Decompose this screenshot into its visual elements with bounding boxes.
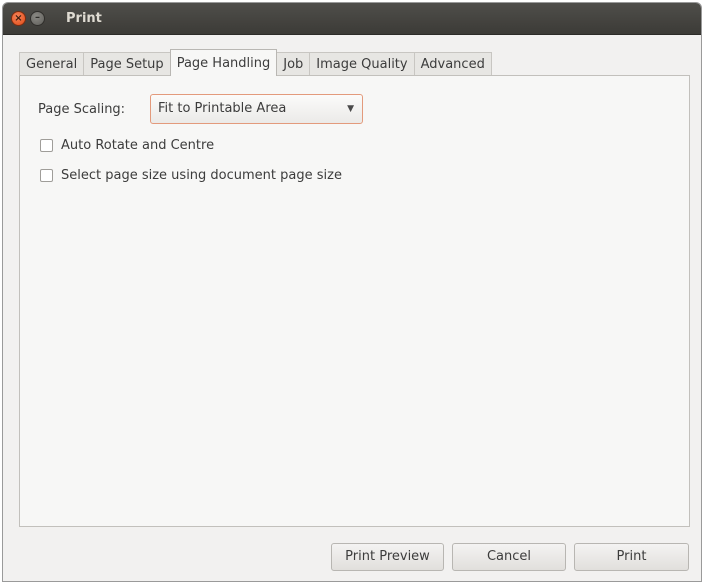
page-scaling-value: Fit to Printable Area <box>158 101 287 116</box>
select-page-size-row[interactable]: Select page size using document page siz… <box>40 168 342 183</box>
tab-image-quality[interactable]: Image Quality <box>309 52 415 76</box>
tab-page-handling[interactable]: Page Handling <box>169 49 278 76</box>
title-bar: × – Print <box>3 3 701 35</box>
tab-bar: General Page Setup Page Handling Job Ima… <box>19 49 492 76</box>
auto-rotate-checkbox[interactable] <box>40 139 53 152</box>
window-title: Print <box>66 11 102 26</box>
tab-page-setup[interactable]: Page Setup <box>83 52 171 76</box>
cancel-button[interactable]: Cancel <box>452 543 566 571</box>
page-scaling-dropdown[interactable]: Fit to Printable Area ▼ <box>150 94 363 124</box>
print-button[interactable]: Print <box>574 543 689 571</box>
tab-general[interactable]: General <box>19 52 85 76</box>
close-window-icon[interactable]: × <box>11 11 26 26</box>
print-dialog: × – Print General Page Setup Page Handli… <box>2 2 702 582</box>
page-scaling-label: Page Scaling: <box>38 102 126 117</box>
select-page-size-checkbox[interactable] <box>40 169 53 182</box>
minimize-window-icon[interactable]: – <box>30 11 45 26</box>
auto-rotate-row[interactable]: Auto Rotate and Centre <box>40 138 214 153</box>
page-handling-panel: Page Scaling: Fit to Printable Area ▼ Au… <box>19 75 690 527</box>
print-preview-button[interactable]: Print Preview <box>331 543 444 571</box>
dropdown-arrow-icon: ▼ <box>347 104 354 114</box>
auto-rotate-label: Auto Rotate and Centre <box>61 138 215 153</box>
tab-advanced[interactable]: Advanced <box>413 52 492 76</box>
tab-job[interactable]: Job <box>276 52 311 76</box>
select-page-size-label: Select page size using document page siz… <box>61 168 342 183</box>
